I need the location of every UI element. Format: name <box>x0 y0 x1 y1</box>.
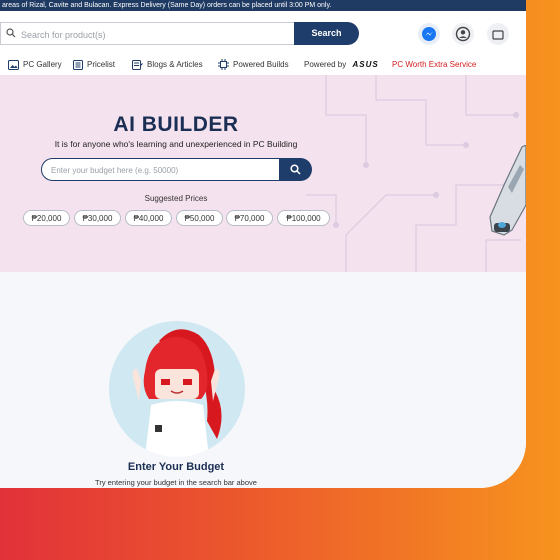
product-search-box <box>0 22 294 45</box>
asus-logo: ASUS <box>352 60 379 69</box>
price-chip[interactable]: ₱30,000 <box>74 210 121 226</box>
nav-item-powered-builds[interactable]: Powered Builds <box>218 55 289 75</box>
price-chip[interactable]: ₱20,000 <box>23 210 70 226</box>
empty-state-subtitle: Try entering your budget in the search b… <box>95 478 257 487</box>
empty-state-section: Enter Your Budget Try entering your budg… <box>0 272 526 488</box>
empty-state-title: Enter Your Budget <box>127 461 225 473</box>
messenger-icon[interactable] <box>418 23 440 45</box>
price-chip[interactable]: ₱50,000 <box>176 210 223 226</box>
budget-search-box <box>41 158 281 181</box>
main-navigation: PC Gallery Pricelist Blogs & Articles Po… <box>0 55 526 75</box>
product-search-input[interactable] <box>19 25 288 44</box>
nav-label: Pricelist <box>87 60 116 69</box>
cart-icon[interactable] <box>487 23 509 45</box>
price-chip[interactable]: ₱100,000 <box>277 210 330 226</box>
nav-label: PC Gallery <box>23 60 62 69</box>
nav-label: Blogs & Articles <box>147 60 203 69</box>
account-icon[interactable] <box>452 23 474 45</box>
mascot-illustration <box>109 321 245 457</box>
list-icon <box>73 59 83 70</box>
ai-builder-hero: AI BUILDER It is for anyone who's learni… <box>0 75 526 272</box>
search-button[interactable]: Search <box>294 22 359 45</box>
site-header: Search <box>0 11 526 55</box>
search-icon <box>6 28 16 38</box>
budget-search-button[interactable] <box>279 158 312 181</box>
announcement-text: areas of Rizal, Cavite and Bulacan. Expr… <box>2 2 332 9</box>
nav-item-blogs-articles[interactable]: Blogs & Articles <box>132 55 203 75</box>
nav-item-pc-gallery[interactable]: PC Gallery <box>8 55 62 75</box>
chip-icon <box>218 59 229 71</box>
page-title: AI BUILDER <box>113 113 239 136</box>
blog-icon <box>132 59 143 70</box>
page-subtitle: It is for anyone who's learning and unex… <box>54 139 298 149</box>
gallery-icon <box>8 59 19 70</box>
price-chip[interactable]: ₱70,000 <box>226 210 273 226</box>
nav-item-powered-by-asus[interactable]: Powered by ASUS <box>304 55 379 75</box>
nav-item-pricelist[interactable]: Pricelist <box>73 55 115 75</box>
nav-item-pc-worth-extra-service[interactable]: PC Worth Extra Service <box>392 55 476 75</box>
robot-arm-illustration <box>489 145 526 236</box>
nav-label: Powered by <box>304 60 347 69</box>
announcement-bar: areas of Rizal, Cavite and Bulacan. Expr… <box>0 0 526 11</box>
nav-label: PC Worth Extra Service <box>392 60 477 69</box>
budget-input[interactable] <box>49 162 278 179</box>
search-icon <box>290 164 301 175</box>
nav-label: Powered Builds <box>233 60 289 69</box>
browser-screenshot-frame: areas of Rizal, Cavite and Bulacan. Expr… <box>0 0 526 488</box>
suggested-prices-label: Suggested Prices <box>144 194 208 203</box>
price-chip[interactable]: ₱40,000 <box>125 210 172 226</box>
